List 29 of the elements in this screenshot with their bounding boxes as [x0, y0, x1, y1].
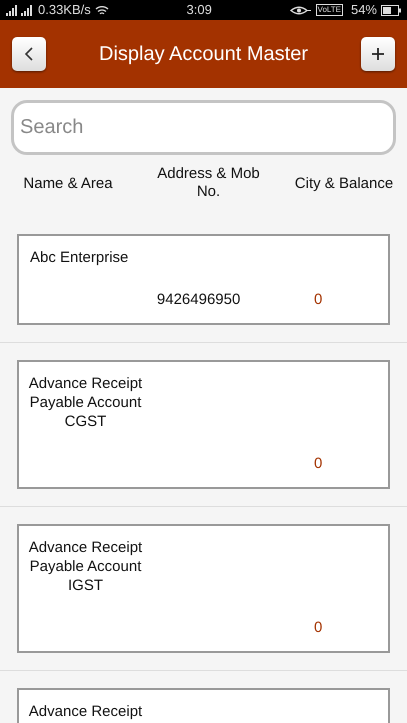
account-card[interactable]: Advance Receipt	[17, 688, 390, 723]
balance: 0	[312, 290, 324, 309]
wifi-icon	[94, 4, 109, 16]
page-title: Display Account Master	[99, 42, 308, 66]
account-name: Advance Receipt Payable Account CGST	[28, 374, 144, 431]
search-field[interactable]: Search	[11, 100, 396, 155]
account-card[interactable]: Advance Receipt Payable Account IGST 0	[17, 524, 390, 653]
account-card[interactable]: Advance Receipt Payable Account CGST 0	[17, 360, 390, 489]
volte-badge: VoLTE	[316, 4, 343, 16]
mobile-number: 9426496950	[156, 290, 242, 309]
balance: 0	[312, 618, 324, 637]
status-time: 3:09	[186, 1, 212, 20]
signal-icon	[6, 4, 34, 16]
eye-icon	[290, 4, 312, 16]
battery-icon	[381, 4, 401, 16]
column-header: City & Balance	[294, 174, 394, 193]
column-header: Name & Area	[22, 174, 114, 193]
add-button[interactable]	[360, 37, 395, 71]
account-name: Abc Enterprise	[29, 248, 130, 267]
account-name: Advance Receipt Payable Account IGST	[28, 538, 144, 595]
back-icon	[24, 47, 34, 61]
balance: 0	[312, 454, 324, 473]
back-button[interactable]	[12, 37, 46, 71]
plus-icon	[370, 47, 385, 61]
account-card[interactable]: Abc Enterprise 9426496950 0	[17, 234, 390, 325]
account-name: Advance Receipt	[28, 702, 144, 721]
column-header: Address & Mob No.	[156, 165, 261, 201]
battery-level: 54%	[350, 1, 377, 20]
network-speed: 0.33KB/s	[38, 1, 91, 20]
